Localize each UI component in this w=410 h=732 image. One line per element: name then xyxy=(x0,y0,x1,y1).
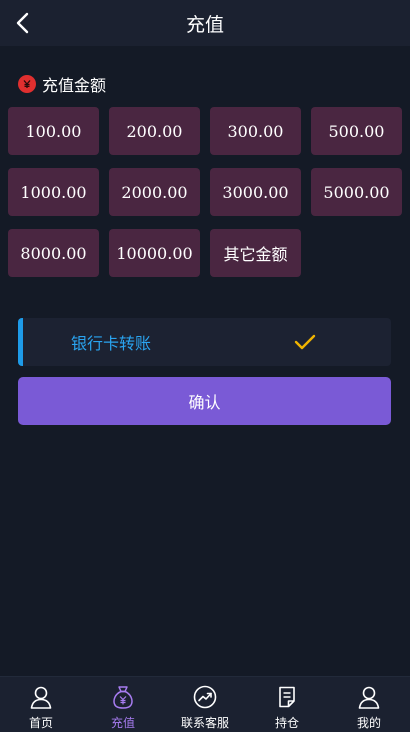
tab-label: 我的 xyxy=(356,716,381,730)
coin-icon xyxy=(18,75,36,93)
amount-grid: 100.00 200.00 300.00 500.00 1000.00 2000… xyxy=(8,107,402,277)
money-bag-icon xyxy=(113,686,133,709)
other-amount-option[interactable]: 其它金额 xyxy=(210,229,301,277)
tab-label: 持仓 xyxy=(274,716,299,730)
amount-section-label: 充值金额 xyxy=(42,76,107,95)
bottom-tab-bar: 首页 充值 联系客服 持仓 我的 xyxy=(0,676,410,732)
selection-indicator xyxy=(18,318,23,366)
amount-option[interactable]: 5000.00 xyxy=(311,168,402,216)
amount-option[interactable]: 100.00 xyxy=(8,107,99,155)
tab-label: 充值 xyxy=(110,716,135,730)
document-icon xyxy=(279,686,295,708)
tab-home[interactable]: 首页 xyxy=(0,677,82,732)
checkmark-icon xyxy=(294,334,316,350)
top-bar: 充值 xyxy=(0,0,410,46)
confirm-button[interactable]: 确认 xyxy=(18,377,391,425)
chevron-left-icon xyxy=(16,12,29,34)
amount-option[interactable]: 200.00 xyxy=(109,107,200,155)
amount-section-header: 充值金额 xyxy=(18,73,106,95)
tab-label: 首页 xyxy=(28,716,53,730)
user-icon xyxy=(30,686,52,709)
amount-option[interactable]: 500.00 xyxy=(311,107,402,155)
amount-option[interactable]: 8000.00 xyxy=(8,229,99,277)
amount-option[interactable]: 3000.00 xyxy=(210,168,301,216)
amount-option[interactable]: 1000.00 xyxy=(8,168,99,216)
amount-option[interactable]: 2000.00 xyxy=(109,168,200,216)
payment-method-label: 银行卡转账 xyxy=(71,334,152,353)
back-button[interactable] xyxy=(8,8,38,38)
tab-customer-service[interactable]: 联系客服 xyxy=(164,677,246,732)
user-icon xyxy=(358,686,380,709)
page-title: 充值 xyxy=(185,13,224,36)
chart-icon xyxy=(193,685,217,709)
amount-option[interactable]: 10000.00 xyxy=(109,229,200,277)
tab-positions[interactable]: 持仓 xyxy=(246,677,328,732)
tab-mine[interactable]: 我的 xyxy=(328,677,410,732)
amount-option[interactable]: 300.00 xyxy=(210,107,301,155)
tab-recharge[interactable]: 充值 xyxy=(82,677,164,732)
tab-label: 联系客服 xyxy=(180,716,229,730)
payment-method-bank-transfer[interactable]: 银行卡转账 xyxy=(18,318,391,366)
